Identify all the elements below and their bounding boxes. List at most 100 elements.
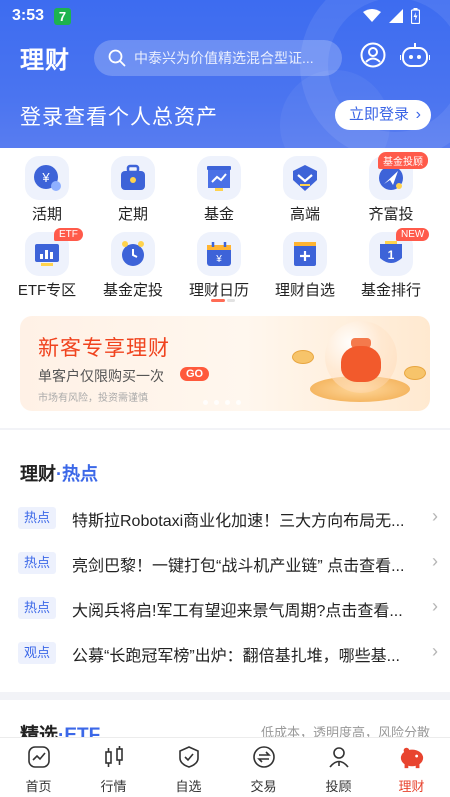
news-badge: 热点 [18,507,56,529]
piggy-bank-icon [399,744,425,770]
promo-go-button[interactable]: GO [180,367,210,381]
section-title-accent: ·热点 [56,464,98,484]
nav-label: 理财 [398,779,425,794]
section-title: 理财·热点 [20,460,98,486]
news-item[interactable]: 热点 亮剑巴黎！一键打包“战斗机产业链” 点击查看... › [18,548,438,578]
yuan-coin-icon: ¥ [25,156,69,200]
nav-label: 行情 [100,779,127,794]
nav-advisor[interactable]: 投顾 [301,738,376,797]
exchange-icon [251,744,277,770]
menu-item-calendar[interactable]: ¥ 理财日历 [176,232,262,302]
status-time: 3:53 [12,7,45,24]
banner-dot [236,400,241,405]
page-dot-active [211,299,225,302]
svg-text:1: 1 [388,248,395,262]
chevron-right-icon: › [432,551,438,571]
menu-item-label: 基金定投 [102,282,163,299]
news-item[interactable]: 观点 公募“长跑冠军榜”出炉：翻倍基扎堆，哪些基... › [18,638,438,668]
money-bag-icon [341,346,381,382]
nav-home[interactable]: 首页 [1,738,76,797]
menu-item-label: 基金排行 [360,282,421,299]
search-placeholder: 中泰兴为价值精选混合型证... [134,50,314,66]
news-title: 亮剑巴黎！一键打包“战斗机产业链” 点击查看... [72,558,405,575]
promo-title: 新客专享理财 [38,337,170,360]
banner-dot [214,400,219,405]
clock-icon [111,232,155,276]
add-watch-icon [283,232,327,276]
check-shield-icon [176,744,202,770]
user-profile-icon[interactable] [360,42,386,68]
fund-advisor-tag: 基金投顾 [378,152,428,169]
status-bar: 3:53 7 [0,0,450,32]
header-hero: 3:53 7 理财 中泰兴为价值精选混合型证... 登录查看个人总资产 立即登录… [0,0,450,158]
nav-label: 自选 [175,779,202,794]
banner-dot [203,400,208,405]
page-dot [227,299,235,302]
robot-assistant-icon[interactable] [400,42,430,70]
menu-item-watchlist[interactable]: 理财自选 [262,232,348,302]
calendar-icon: ¥ [197,232,241,276]
news-badge: 热点 [18,597,56,619]
briefcase-icon [111,156,155,200]
search-icon [108,49,126,67]
nav-watchlist[interactable]: 自选 [151,738,226,797]
banner-page-dots [203,400,241,405]
login-button[interactable]: 立即登录 › [335,100,431,130]
menu-item-jijin[interactable]: 基金 [176,156,262,226]
login-button-label: 立即登录 [349,106,410,123]
news-item[interactable]: 热点 大阅兵将启!军工有望迎来景气周期?点击查看... › [18,593,438,623]
advisor-icon [326,744,352,770]
quick-menu-panel: ¥ 活期 定期 基金 高端 基金投顾 齐富投 ETF ETF专区 基金定投 ¥ … [0,148,450,428]
candlestick-icon [101,744,127,770]
chevron-right-icon: › [432,641,438,661]
etf-tag: ETF [54,228,83,241]
chevron-right-icon: › [415,106,421,123]
menu-item-gaoduan[interactable]: 高端 [262,156,348,226]
system-icons [363,8,420,24]
svg-text:¥: ¥ [215,254,222,265]
menu-item-ranking[interactable]: 1 NEW 基金排行 [348,228,434,302]
menu-item-dingqi[interactable]: 定期 [90,156,176,226]
risk-note: 市场有风险，投资需谨慎 [38,393,148,404]
chevron-right-icon: › [432,596,438,616]
nav-label: 首页 [25,779,52,794]
menu-page-indicator [211,299,237,303]
premium-badge-icon [283,156,327,200]
search-input[interactable]: 中泰兴为价值精选混合型证... [94,40,342,76]
menu-item-label: 基金 [203,206,234,223]
banner-dot [225,400,230,405]
fund-chart-icon [197,156,241,200]
news-title: 大阅兵将启!军工有望迎来景气周期?点击查看... [72,603,403,620]
section-title-main: 理财 [20,464,56,484]
battery-icon [411,8,420,24]
menu-item-label: 定期 [117,206,148,223]
menu-item-etf-zone[interactable]: ETF ETF专区 [4,228,90,302]
nav-wealth[interactable]: 理财 [374,738,449,797]
coin-icon [292,350,314,364]
login-prompt: 登录查看个人总资产 [20,106,218,129]
new-tag: NEW [396,228,430,241]
menu-item-label: 理财自选 [274,282,335,299]
menu-item-qifutou[interactable]: 基金投顾 齐富投 [348,152,434,226]
promo-banner[interactable]: 新客专享理财 单客户仅限购买一次 GO 市场有风险，投资需谨慎 [20,316,430,411]
menu-item-huoqi[interactable]: ¥ 活期 [4,156,90,226]
news-badge: 热点 [18,552,56,574]
home-chart-icon [26,744,52,770]
login-row: 登录查看个人总资产 立即登录 › [0,98,450,134]
app-notification-badge: 7 [54,8,71,25]
svg-text:¥: ¥ [41,170,50,185]
top-bar: 理财 中泰兴为价值精选混合型证... [0,38,450,78]
nav-market[interactable]: 行情 [76,738,151,797]
menu-item-fund-sip[interactable]: 基金定投 [90,232,176,302]
news-item[interactable]: 热点 特斯拉Robotaxi商业化加速！三大方向布局无... › [18,503,438,533]
menu-item-label: ETF专区 [17,282,77,299]
news-title: 公募“长跑冠军榜”出炉：翻倍基扎堆，哪些基... [72,648,400,665]
menu-item-label: 齐富投 [368,206,414,223]
hot-news-section: 理财·热点 热点 特斯拉Robotaxi商业化加速！三大方向布局无... › 热… [0,430,450,692]
etf-section: 精选·ETF 低成本，透明度高，风险分散 [0,700,450,746]
menu-item-label: 理财日历 [188,282,249,299]
nav-trade[interactable]: 交易 [226,738,301,797]
news-badge: 观点 [18,642,56,664]
menu-item-label: 高端 [289,206,320,223]
coin-icon [404,366,426,380]
